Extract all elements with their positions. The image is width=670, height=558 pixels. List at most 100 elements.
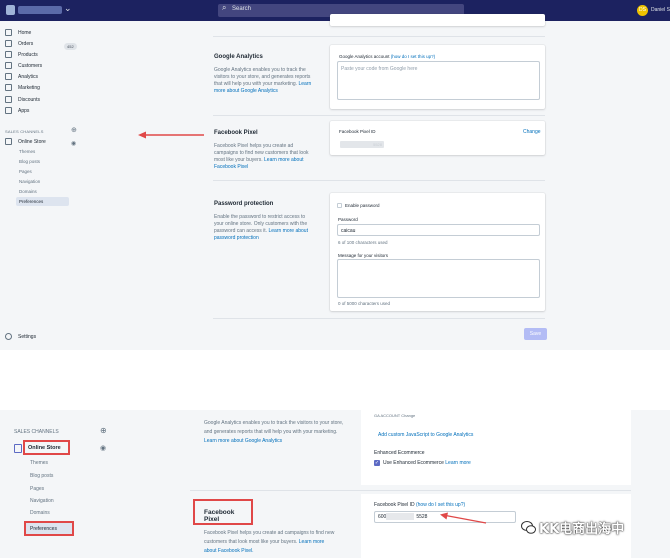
sidebar-item-discounts[interactable]: Discounts: [5, 96, 40, 103]
ga-account-label-text: Google Analytics account: [339, 54, 390, 59]
fb-change-link[interactable]: Change: [523, 129, 541, 135]
visitor-message-textarea[interactable]: [337, 259, 540, 298]
chevron-down-icon[interactable]: ⌄: [64, 3, 72, 14]
sidebar-item-label: Discounts: [18, 96, 40, 103]
facebook-pixel-title: Facebook Pixel: [214, 130, 258, 136]
orders-icon: [5, 40, 12, 47]
sidebar-item-marketing[interactable]: Marketing: [5, 84, 40, 91]
store-name-blurred[interactable]: [18, 6, 62, 14]
sidebar-subitem-blog-posts[interactable]: Blog posts: [30, 473, 53, 479]
fb-help-link[interactable]: (how do I set this up?): [416, 502, 465, 508]
section-divider: [213, 318, 545, 319]
message-label: Message for your visitors: [338, 253, 389, 258]
sidebar-item-analytics[interactable]: Analytics: [5, 73, 38, 80]
enable-password-label: Enable password: [345, 203, 380, 208]
sidebar-subitem-navigation[interactable]: Navigation: [19, 179, 40, 184]
sidebar-subitem-domains[interactable]: Domains: [30, 510, 50, 516]
sidebar-subitem-blog-posts[interactable]: Blog posts: [19, 159, 40, 164]
sidebar-item-label: Customers: [18, 62, 43, 69]
google-analytics-title: Google Analytics: [214, 54, 263, 60]
watermark-text: KK电商出海中: [539, 522, 625, 537]
google-analytics-card: [361, 410, 631, 485]
watermark: KK电商出海中: [521, 518, 624, 537]
google-analytics-desc: Google Analytics enables you to track th…: [204, 419, 350, 446]
wechat-icon: [521, 521, 536, 534]
sidebar-item-orders[interactable]: Orders: [5, 40, 33, 47]
eye-icon[interactable]: ◉: [100, 444, 106, 452]
sidebar-item-settings[interactable]: Settings: [5, 333, 36, 340]
password-label: Password: [338, 217, 358, 222]
store-logo: [6, 5, 15, 15]
customers-icon: [5, 62, 12, 69]
sidebar-item-online-store[interactable]: Online Store: [5, 138, 46, 145]
search-placeholder: Search: [232, 6, 252, 12]
sidebar-subitem-themes[interactable]: Themes: [30, 460, 48, 466]
sidebar-item-label: Marketing: [18, 84, 40, 91]
fb-pixel-id-value: 5528: [340, 141, 384, 148]
search-icon: ⌕: [222, 3, 227, 12]
avatar[interactable]: DS: [637, 5, 648, 16]
ga-help-link[interactable]: (how do I set this up?): [391, 54, 435, 59]
settings-label: Settings: [18, 333, 37, 340]
section-divider: [190, 490, 631, 491]
previous-card-partial: [330, 14, 545, 26]
password-char-count: 6 of 100 characters used: [338, 240, 388, 245]
message-char-count: 0 of 5000 characters used: [338, 301, 391, 306]
user-name[interactable]: Daniel S: [651, 7, 670, 13]
ga-desc-text: Google Analytics enables you to track th…: [214, 67, 311, 87]
store-icon: [5, 138, 12, 145]
discounts-icon: [5, 96, 12, 103]
password-protection-desc: Enable the password to restrict access t…: [214, 214, 312, 242]
fb-pixel-id-label-text: Facebook Pixel ID: [374, 502, 415, 508]
use-enhanced-text: Use Enhanced Ecommerce: [383, 460, 444, 466]
sidebar-item-label: Apps: [18, 107, 30, 114]
fb-value-blur: [386, 513, 414, 520]
sidebar-item-label: Products: [18, 51, 38, 58]
password-protection-title: Password protection: [214, 201, 274, 207]
red-arrow-annotation: [138, 131, 204, 139]
sidebar: Home Orders 452 Products Customers Analy…: [0, 21, 80, 350]
sidebar-item-products[interactable]: Products: [5, 51, 38, 58]
sales-channels-heading: SALES CHANNELS: [5, 129, 44, 134]
sidebar-subitem-pages[interactable]: Pages: [30, 486, 44, 492]
sidebar-subitem-navigation[interactable]: Navigation: [30, 498, 54, 504]
sidebar-item-home[interactable]: Home: [5, 29, 31, 36]
sidebar-subitem-pages[interactable]: Pages: [19, 169, 32, 174]
section-divider: [213, 180, 545, 181]
analytics-icon: [5, 73, 12, 80]
eye-icon[interactable]: ◉: [71, 140, 76, 147]
enable-password-checkbox[interactable]: [337, 203, 342, 208]
fb-value-suffix: 5528: [416, 514, 428, 520]
ga-account-label: GA ACCOUNT Change: [374, 413, 416, 418]
sidebar-item-label: Orders: [18, 40, 34, 47]
gear-icon: [5, 333, 12, 340]
red-arrow-annotation: [440, 512, 487, 524]
admin-screenshot-top: ⌄ ⌕ Search DS Daniel S Home Orders 452 P…: [0, 0, 670, 350]
sidebar-item-label: Online Store: [18, 138, 46, 145]
google-analytics-desc: Google Analytics enables you to track th…: [214, 67, 312, 95]
marketing-icon: [5, 84, 12, 91]
ga-learn-more-link[interactable]: Learn more about Google Analytics: [204, 438, 282, 444]
add-channel-icon[interactable]: ⊕: [100, 426, 107, 435]
sidebar-item-customers[interactable]: Customers: [5, 62, 42, 69]
ecom-learn-more-link[interactable]: Learn more: [445, 460, 471, 466]
add-channel-icon[interactable]: ⊕: [71, 126, 77, 134]
add-custom-js-link[interactable]: Add custom JavaScript to Google Analytic…: [378, 432, 473, 438]
sidebar-subitem-domains[interactable]: Domains: [19, 189, 37, 194]
save-button[interactable]: Save: [524, 328, 547, 340]
use-enhanced-ecommerce-checkbox[interactable]: ✓: [374, 460, 380, 466]
sidebar-subitem-themes[interactable]: Themes: [19, 149, 35, 154]
ga-code-placeholder: Paste your code from Google here: [341, 66, 418, 72]
fb-pixel-id-label: Facebook Pixel ID (how do I set this up?…: [374, 502, 465, 508]
password-input[interactable]: [337, 224, 540, 236]
sidebar-subitem-preferences[interactable]: Preferences: [24, 521, 74, 536]
orders-count-badge: 452: [64, 43, 77, 50]
admin-screenshot-bottom: SALES CHANNELS ⊕ Online Store ◉ Themes B…: [0, 410, 670, 558]
use-enhanced-ecommerce-label: Use Enhanced Ecommerce Learn more: [383, 460, 471, 466]
sidebar-subitem-preferences[interactable]: Preferences: [19, 199, 43, 204]
ga-account-label: Google Analytics account (how do I set t…: [339, 54, 435, 59]
facebook-pixel-desc: Facebook Pixel helps you create ad campa…: [214, 143, 312, 171]
sidebar-item-online-store[interactable]: Online Store: [23, 440, 70, 455]
sidebar-item-apps[interactable]: Apps: [5, 107, 29, 114]
facebook-pixel-title: Facebook Pixel: [193, 499, 253, 525]
